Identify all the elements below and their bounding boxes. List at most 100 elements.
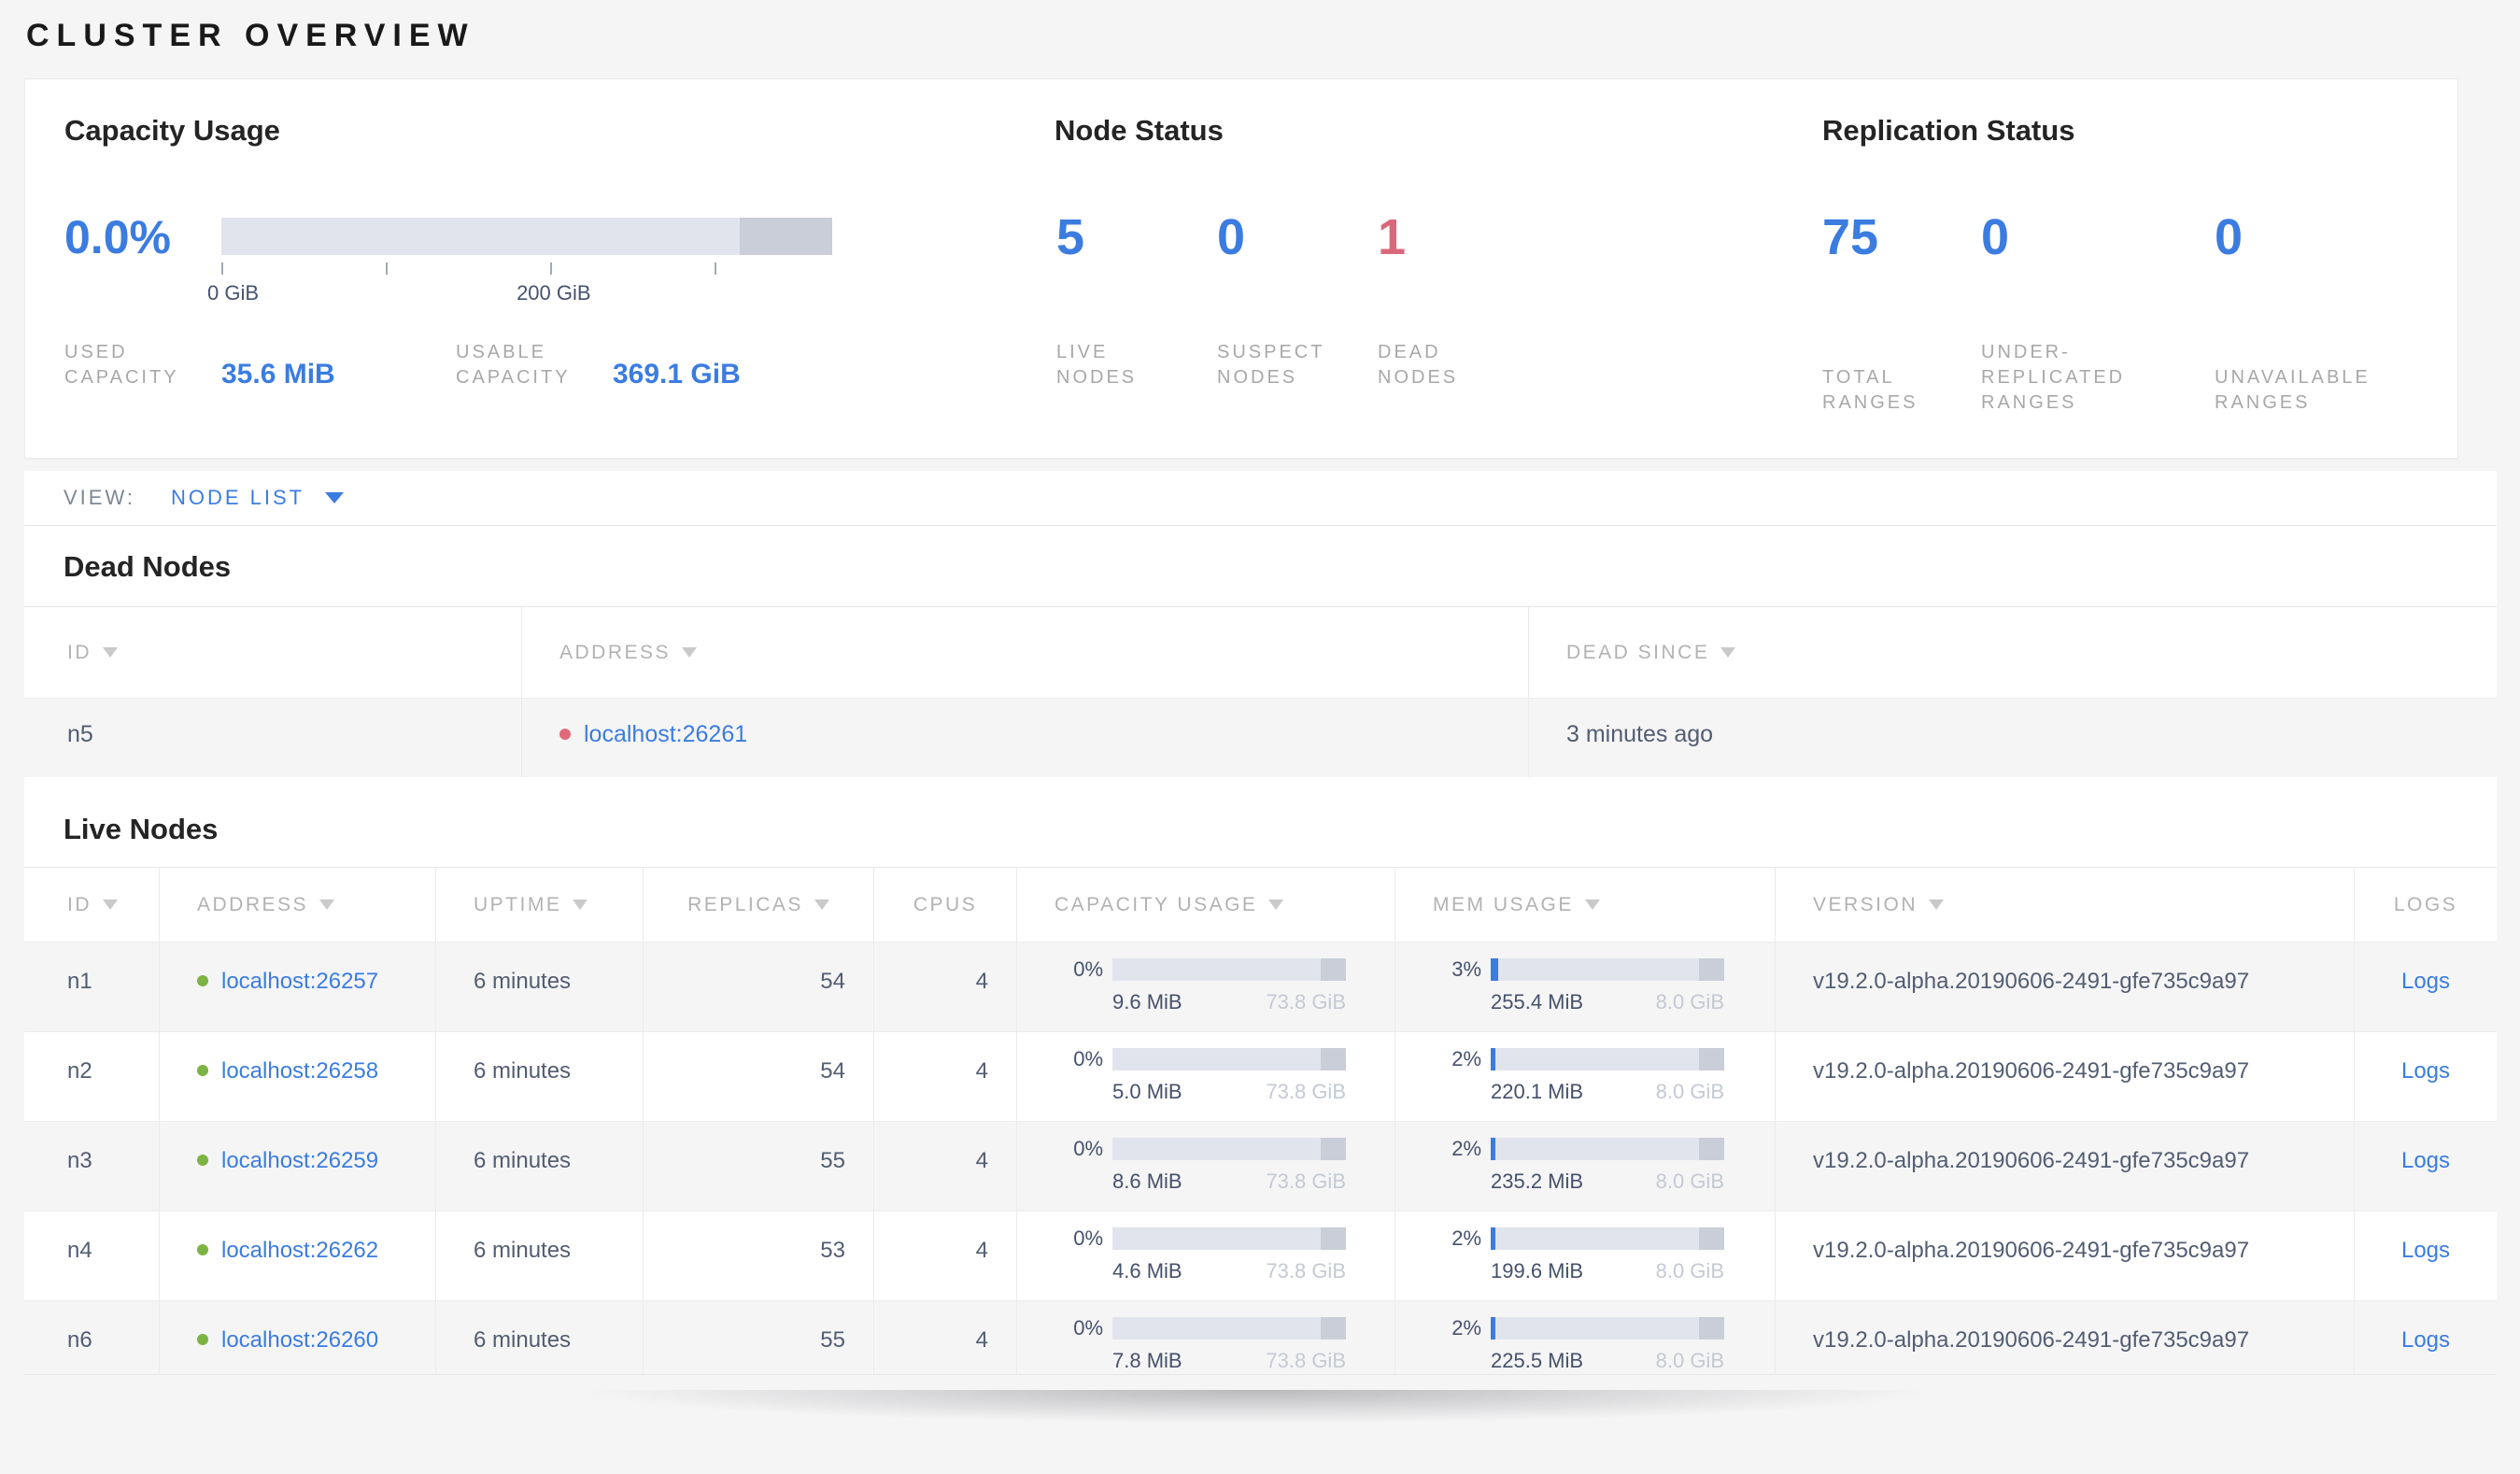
node-id-cell: n5 <box>67 721 93 747</box>
uptime-cell: 6 minutes <box>435 1212 643 1300</box>
mem-usage-bar <box>1491 1138 1724 1160</box>
column-header-capacity-usage[interactable]: CAPACITY USAGE <box>1016 868 1394 942</box>
logs-cell: Logs <box>2354 1301 2497 1374</box>
column-header-id[interactable]: ID <box>24 868 159 942</box>
sort-desc-icon <box>814 900 829 910</box>
replication-labels: TOTAL RANGES UNDER- REPLICATED RANGES UN… <box>1822 340 2457 416</box>
live-nodes-count: 5 <box>1056 209 1085 265</box>
bottom-shadow <box>402 1390 2111 1474</box>
dead-nodes-label: DEAD NODES <box>1378 342 1459 388</box>
sort-desc-icon <box>1929 900 1945 910</box>
logs-link[interactable]: Logs <box>2401 969 2450 994</box>
dead-nodes-header-row: ID ADDRESS DEAD SINCE <box>24 606 2497 698</box>
column-header-mem-usage[interactable]: MEM USAGE <box>1394 868 1775 942</box>
used-capacity-value: 35.6 MiB <box>221 359 335 390</box>
mem-usage-bar <box>1491 958 1724 981</box>
column-header-id[interactable]: ID <box>24 607 521 698</box>
replication-status-section: Replication Status 75 0 0 TOTAL RANGES U… <box>1822 113 2457 458</box>
node-address-link[interactable]: localhost:26257 <box>221 969 378 994</box>
node-status-section: Node Status 5 0 1 LIVE NODES SUSPECT NOD… <box>1055 113 1536 458</box>
logs-link[interactable]: Logs <box>2401 1238 2450 1263</box>
unavailable-ranges-label: UNAVAILABLE RANGES <box>2215 367 2371 413</box>
cpus-cell: 4 <box>873 1032 1016 1121</box>
node-address-link[interactable]: localhost:26258 <box>221 1058 378 1084</box>
logs-link[interactable]: Logs <box>2401 1148 2450 1173</box>
mem-usage-cell: 2% 199.6 MiB 8.0 GiB <box>1394 1212 1775 1300</box>
node-address-link[interactable]: localhost:26262 <box>221 1238 378 1263</box>
table-row: n5 localhost:26261 3 minutes ago <box>24 698 2497 777</box>
sort-desc-icon <box>319 900 335 910</box>
node-address-link[interactable]: localhost:26260 <box>221 1327 378 1353</box>
used-capacity-label: USED CAPACITY <box>64 342 179 388</box>
capacity-percent-value: 0.0% <box>64 211 171 263</box>
chevron-down-icon <box>325 492 345 503</box>
mem-usage-cell: 2% 235.2 MiB 8.0 GiB <box>1394 1122 1775 1211</box>
version-cell: v19.2.0-alpha.20190606-2491-gfe735c9a97 <box>1775 1032 2354 1121</box>
live-status-icon <box>197 1155 208 1166</box>
view-dropdown[interactable]: NODE LIST <box>171 486 345 510</box>
version-cell: v19.2.0-alpha.20190606-2491-gfe735c9a97 <box>1775 1212 2354 1300</box>
mem-usage-bar <box>1491 1317 1724 1339</box>
column-header-cpus: CPUS <box>873 868 1016 942</box>
cpus-cell: 4 <box>873 943 1016 1031</box>
table-row: n4 localhost:26262 6 minutes 53 4 0% 4.6… <box>24 1211 2497 1300</box>
used-capacity-stat: USED CAPACITY 35.6 MiB <box>64 340 456 390</box>
view-dropdown-value[interactable]: NODE LIST <box>171 486 304 510</box>
node-id-cell: n3 <box>67 1148 92 1173</box>
capacity-bar: 0 GiB 200 GiB <box>207 218 832 305</box>
version-cell: v19.2.0-alpha.20190606-2491-gfe735c9a97 <box>1775 943 2354 1031</box>
live-status-icon <box>197 1244 208 1255</box>
column-header-uptime[interactable]: UPTIME <box>435 868 643 942</box>
nodes-section: Dead Nodes ID ADDRESS DEAD SINCE n5 loca… <box>24 526 2497 1375</box>
column-header-version[interactable]: VERSION <box>1775 868 2354 942</box>
summary-card: Capacity Usage 0.0% 0 GiB 200 GiB USED C… <box>24 78 2458 459</box>
sort-desc-icon <box>682 647 698 658</box>
capacity-usage-bar <box>1112 1048 1346 1070</box>
cpus-cell: 4 <box>873 1212 1016 1300</box>
node-address-link[interactable]: localhost:26261 <box>584 721 747 747</box>
node-address-cell: localhost:26257 <box>159 943 435 1031</box>
live-nodes-table: ID ADDRESS UPTIME REPLICAS CPUS CAPACITY… <box>24 867 2497 1374</box>
sort-desc-icon <box>103 900 118 910</box>
page-title: CLUSTER OVERVIEW <box>26 18 475 53</box>
node-address-link[interactable]: localhost:26259 <box>221 1148 378 1173</box>
capacity-usage-bar <box>1112 958 1346 981</box>
cluster-overview-page: CLUSTER OVERVIEW Capacity Usage 0.0% 0 G… <box>0 0 2520 1474</box>
node-id-cell: n6 <box>67 1327 92 1353</box>
node-status-title: Node Status <box>1055 114 1224 147</box>
live-nodes-label: LIVE NODES <box>1056 342 1138 388</box>
uptime-cell: 6 minutes <box>435 1122 643 1211</box>
under-replicated-ranges-count: 0 <box>1981 209 2010 265</box>
column-header-dead-since[interactable]: DEAD SINCE <box>1528 607 2497 698</box>
view-label: VIEW: <box>64 486 135 509</box>
live-status-icon <box>197 1334 208 1345</box>
axis-tick <box>714 262 716 275</box>
version-cell: v19.2.0-alpha.20190606-2491-gfe735c9a97 <box>1775 1301 2354 1374</box>
node-id-cell: n1 <box>67 969 92 994</box>
mem-usage-cell: 3% 255.4 MiB 8.0 GiB <box>1394 943 1775 1031</box>
node-status-labels: LIVE NODES SUSPECT NODES DEAD NODES <box>1055 340 1536 390</box>
live-status-icon <box>197 1065 208 1076</box>
capacity-usage-gauge: 0.0% 0 GiB 200 GiB <box>64 209 938 305</box>
replicas-cell: 55 <box>643 1122 873 1211</box>
column-header-replicas[interactable]: REPLICAS <box>643 868 873 942</box>
logs-cell: Logs <box>2354 1032 2497 1121</box>
usable-capacity-value: 369.1 GiB <box>613 359 741 390</box>
capacity-bar-track <box>221 218 832 255</box>
logs-link[interactable]: Logs <box>2401 1058 2450 1084</box>
node-address-cell: localhost:26260 <box>159 1301 435 1374</box>
sort-desc-icon <box>1720 647 1736 658</box>
replicas-cell: 55 <box>643 1301 873 1374</box>
column-header-address[interactable]: ADDRESS <box>159 868 435 942</box>
node-address-cell: localhost:26262 <box>159 1212 435 1300</box>
cpus-cell: 4 <box>873 1122 1016 1211</box>
uptime-cell: 6 minutes <box>435 943 643 1031</box>
axis-tick-label: 0 GiB <box>207 281 260 305</box>
logs-cell: Logs <box>2354 1212 2497 1300</box>
capacity-bar-reserved-segment <box>740 218 832 255</box>
logs-link[interactable]: Logs <box>2401 1327 2450 1353</box>
axis-tick <box>221 262 223 275</box>
sort-desc-icon <box>103 647 118 658</box>
column-header-address[interactable]: ADDRESS <box>521 607 1528 698</box>
usable-capacity-label: USABLE CAPACITY <box>456 342 571 388</box>
